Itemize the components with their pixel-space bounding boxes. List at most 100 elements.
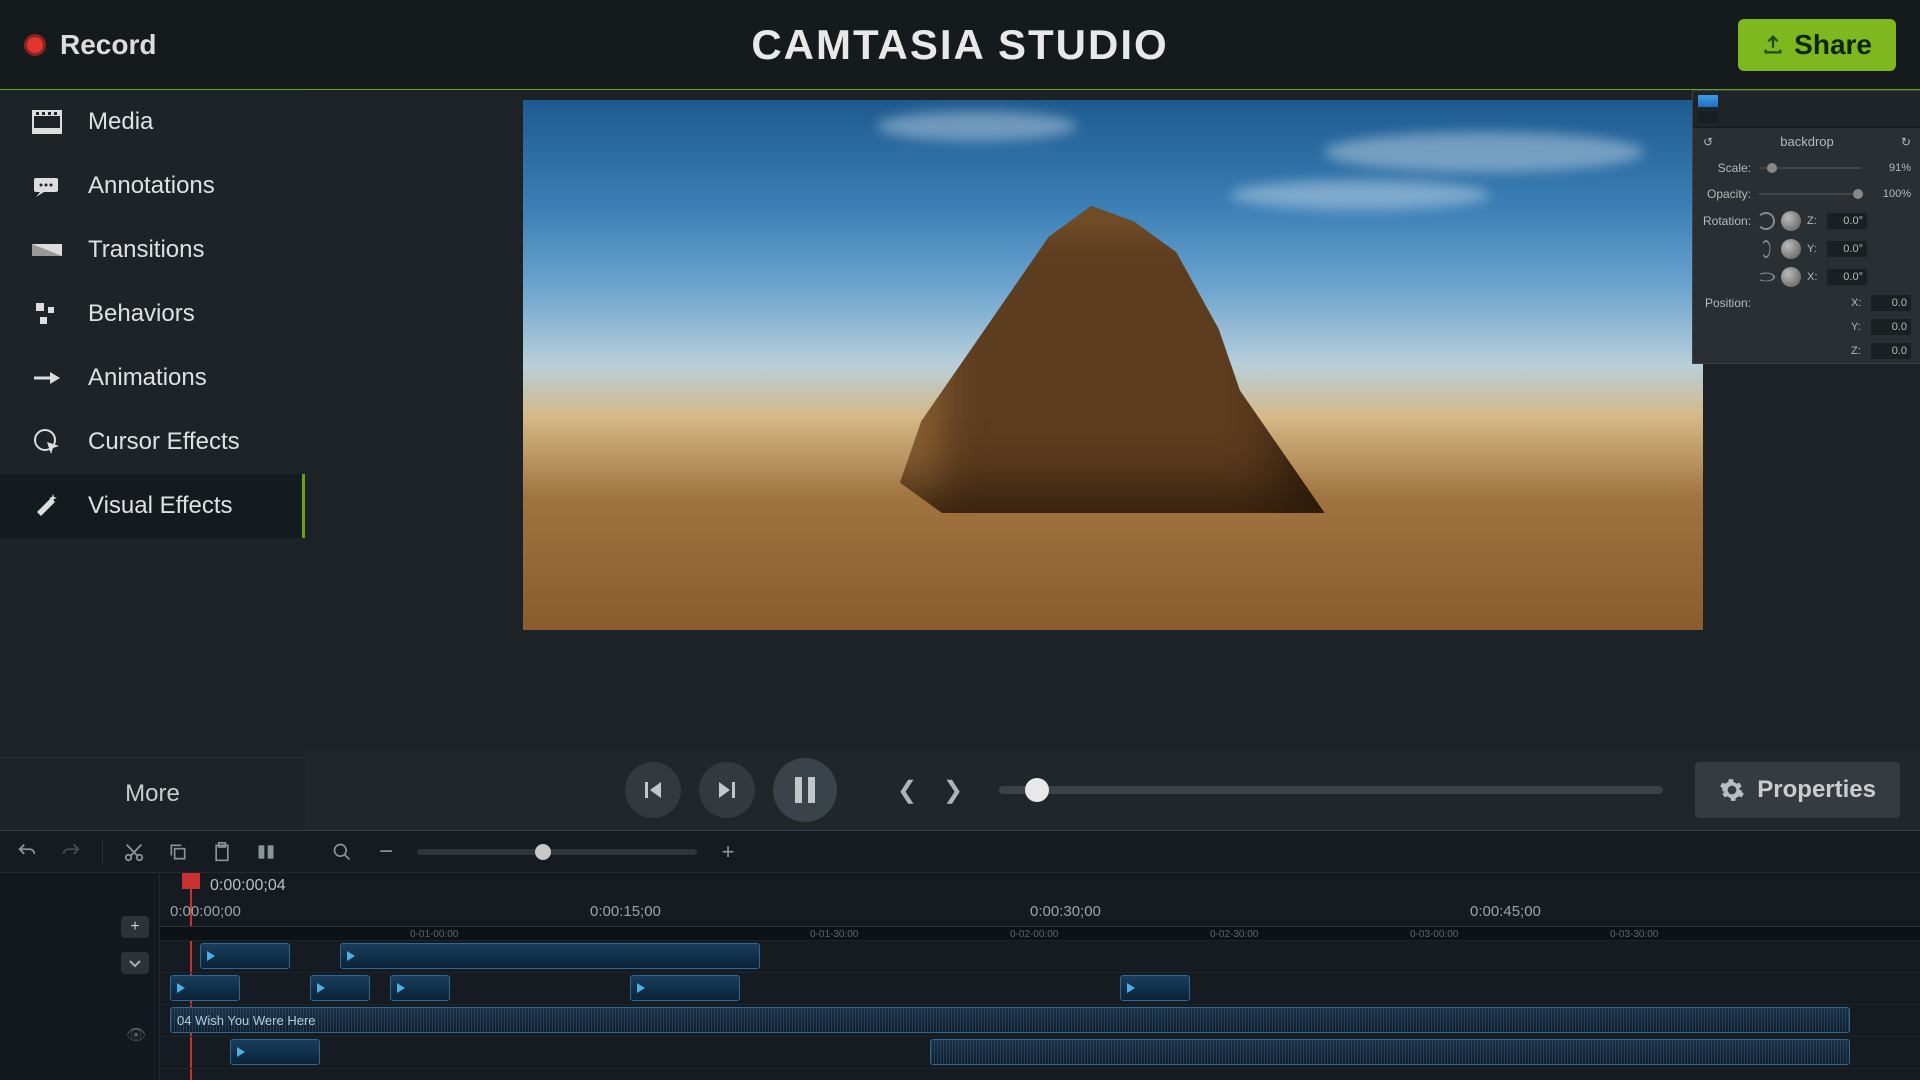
zoom-out-button[interactable]: − <box>373 839 399 865</box>
sidebar-item-behaviors[interactable]: Behaviors <box>0 282 305 346</box>
track-row-audio[interactable]: 04 Wish You Were Here <box>160 1005 1920 1037</box>
timeline-clip[interactable] <box>170 975 240 1001</box>
rotate-icon[interactable] <box>1757 273 1775 282</box>
panel-mode-swatches[interactable] <box>1693 91 1723 127</box>
timeline-clip[interactable] <box>390 975 450 1001</box>
sidebar-item-annotations[interactable]: Annotations <box>0 154 305 218</box>
canvas-wrap <box>305 90 1920 750</box>
top-bar: Record CAMTASIA STUDIO Share <box>0 0 1920 90</box>
position-label: Position: <box>1703 296 1751 310</box>
share-button[interactable]: Share <box>1738 19 1896 71</box>
sidebar-item-cursor-effects[interactable]: Cursor Effects <box>0 410 305 474</box>
preview-area: ↺ backdrop ↻ Scale: 91% Opacity: 100% Ro… <box>305 90 1920 830</box>
rotate-icon[interactable] <box>1757 212 1775 230</box>
next-marker-button[interactable]: ❯ <box>939 776 967 804</box>
zoom-slider[interactable] <box>417 849 697 855</box>
swatch-visual-icon[interactable] <box>1698 95 1718 107</box>
sidebar-item-media[interactable]: Media <box>0 90 305 154</box>
rotation-ball-icon[interactable] <box>1781 211 1801 231</box>
axis-z-label: Z: <box>1807 215 1821 227</box>
track-row[interactable] <box>160 941 1920 973</box>
cut-button[interactable] <box>121 839 147 865</box>
position-x-row: Position: X: 0.0 <box>1693 291 1920 315</box>
rotation-ball-icon[interactable] <box>1781 267 1801 287</box>
record-label: Record <box>60 29 156 61</box>
timeline: − + + 👁 0:00:00;04 0:00:00;00 <box>0 830 1920 1080</box>
properties-label: Properties <box>1757 776 1876 804</box>
step-forward-button[interactable] <box>699 762 755 818</box>
track-row[interactable] <box>160 1037 1920 1069</box>
timeline-clip[interactable] <box>200 943 290 969</box>
sidebar-label: Cursor Effects <box>88 428 240 456</box>
timeline-audio-clip[interactable]: 04 Wish You Were Here <box>170 1007 1850 1033</box>
rotation-ball-icon[interactable] <box>1781 239 1801 259</box>
split-button[interactable] <box>253 839 279 865</box>
zoom-search-icon <box>329 839 355 865</box>
record-button[interactable]: Record <box>24 29 156 61</box>
annotations-icon <box>30 172 64 200</box>
properties-button[interactable]: Properties <box>1695 762 1900 818</box>
opacity-value[interactable]: 100% <box>1869 188 1911 200</box>
sidebar-item-transitions[interactable]: Transitions <box>0 218 305 282</box>
prev-marker-button[interactable]: ❮ <box>893 776 921 804</box>
zoom-thumb[interactable] <box>535 844 551 860</box>
sidebar-item-visual-effects[interactable]: Visual Effects <box>0 474 305 538</box>
pos-y-value[interactable]: 0.0 <box>1871 319 1911 335</box>
timeline-toolbar: − + <box>0 831 1920 873</box>
add-track-button[interactable]: + <box>121 916 149 938</box>
pos-z-value[interactable]: 0.0 <box>1871 343 1911 359</box>
sidebar-item-animations[interactable]: Animations <box>0 346 305 410</box>
track-row[interactable]: 0-01-00:00 0-01-30:00 0-02-00:00 0-02-30… <box>160 927 1920 941</box>
preview-canvas[interactable] <box>523 100 1703 630</box>
sidebar-more[interactable]: More <box>0 757 305 830</box>
axis-y-value[interactable]: 0.0° <box>1827 241 1867 257</box>
redo-button[interactable] <box>58 839 84 865</box>
sidebar: Media Annotations Transitions Behaviors … <box>0 90 305 830</box>
audio-clip-label: 04 Wish You Were Here <box>177 1013 316 1028</box>
timeline-audio-clip[interactable] <box>930 1039 1850 1065</box>
sidebar-label: Media <box>88 108 153 136</box>
seek-slider[interactable] <box>999 786 1663 794</box>
zoom-in-button[interactable]: + <box>715 839 741 865</box>
opacity-label: Opacity: <box>1703 187 1751 201</box>
timeline-clip[interactable] <box>230 1039 320 1065</box>
step-back-button[interactable] <box>625 762 681 818</box>
axis-x-value[interactable]: 0.0° <box>1827 269 1867 285</box>
copy-button[interactable] <box>165 839 191 865</box>
share-icon <box>1762 34 1784 56</box>
timeline-clip[interactable] <box>630 975 740 1001</box>
ruler-mark: 0:00:15;00 <box>590 903 661 920</box>
record-dot-icon <box>24 34 46 56</box>
rotate-left-icon[interactable]: ↺ <box>1703 135 1713 149</box>
media-icon <box>30 108 64 136</box>
app-title: CAMTASIA STUDIO <box>751 21 1168 69</box>
pos-x-value[interactable]: 0.0 <box>1871 295 1911 311</box>
position-z-row: Z: 0.0 <box>1693 339 1920 363</box>
opacity-slider[interactable] <box>1759 193 1861 195</box>
paste-button[interactable] <box>209 839 235 865</box>
timeline-clip[interactable] <box>1120 975 1190 1001</box>
bg-cloud <box>1324 132 1644 172</box>
track-visibility-icon[interactable]: 👁 <box>123 1022 149 1048</box>
undo-button[interactable] <box>14 839 40 865</box>
rotate-right-icon[interactable]: ↻ <box>1901 135 1911 149</box>
tracks-area[interactable]: 0:00:00;04 0:00:00;00 0:00:15;00 0:00:30… <box>160 873 1920 1080</box>
app-root: Record CAMTASIA STUDIO Share Media Annot… <box>0 0 1920 1080</box>
timeline-clip[interactable] <box>310 975 370 1001</box>
timeline-clip[interactable] <box>340 943 760 969</box>
rotate-icon[interactable] <box>1762 240 1771 258</box>
selection-name: backdrop <box>1780 134 1833 149</box>
behaviors-icon <box>30 300 64 328</box>
pause-button[interactable] <box>773 758 837 822</box>
sidebar-label: Behaviors <box>88 300 195 328</box>
time-ruler[interactable]: 0:00:00;00 0:00:15;00 0:00:30;00 0:00:45… <box>160 899 1920 927</box>
scale-value[interactable]: 91% <box>1869 162 1911 174</box>
position-y-row: Y: 0.0 <box>1693 315 1920 339</box>
scale-slider[interactable] <box>1759 167 1861 169</box>
pos-y-label: Y: <box>1851 321 1865 333</box>
track-options-button[interactable] <box>121 952 149 974</box>
axis-z-value[interactable]: 0.0° <box>1827 213 1867 229</box>
seek-thumb[interactable] <box>1025 778 1049 802</box>
swatch-audio-icon[interactable] <box>1698 111 1718 123</box>
track-row[interactable] <box>160 973 1920 1005</box>
